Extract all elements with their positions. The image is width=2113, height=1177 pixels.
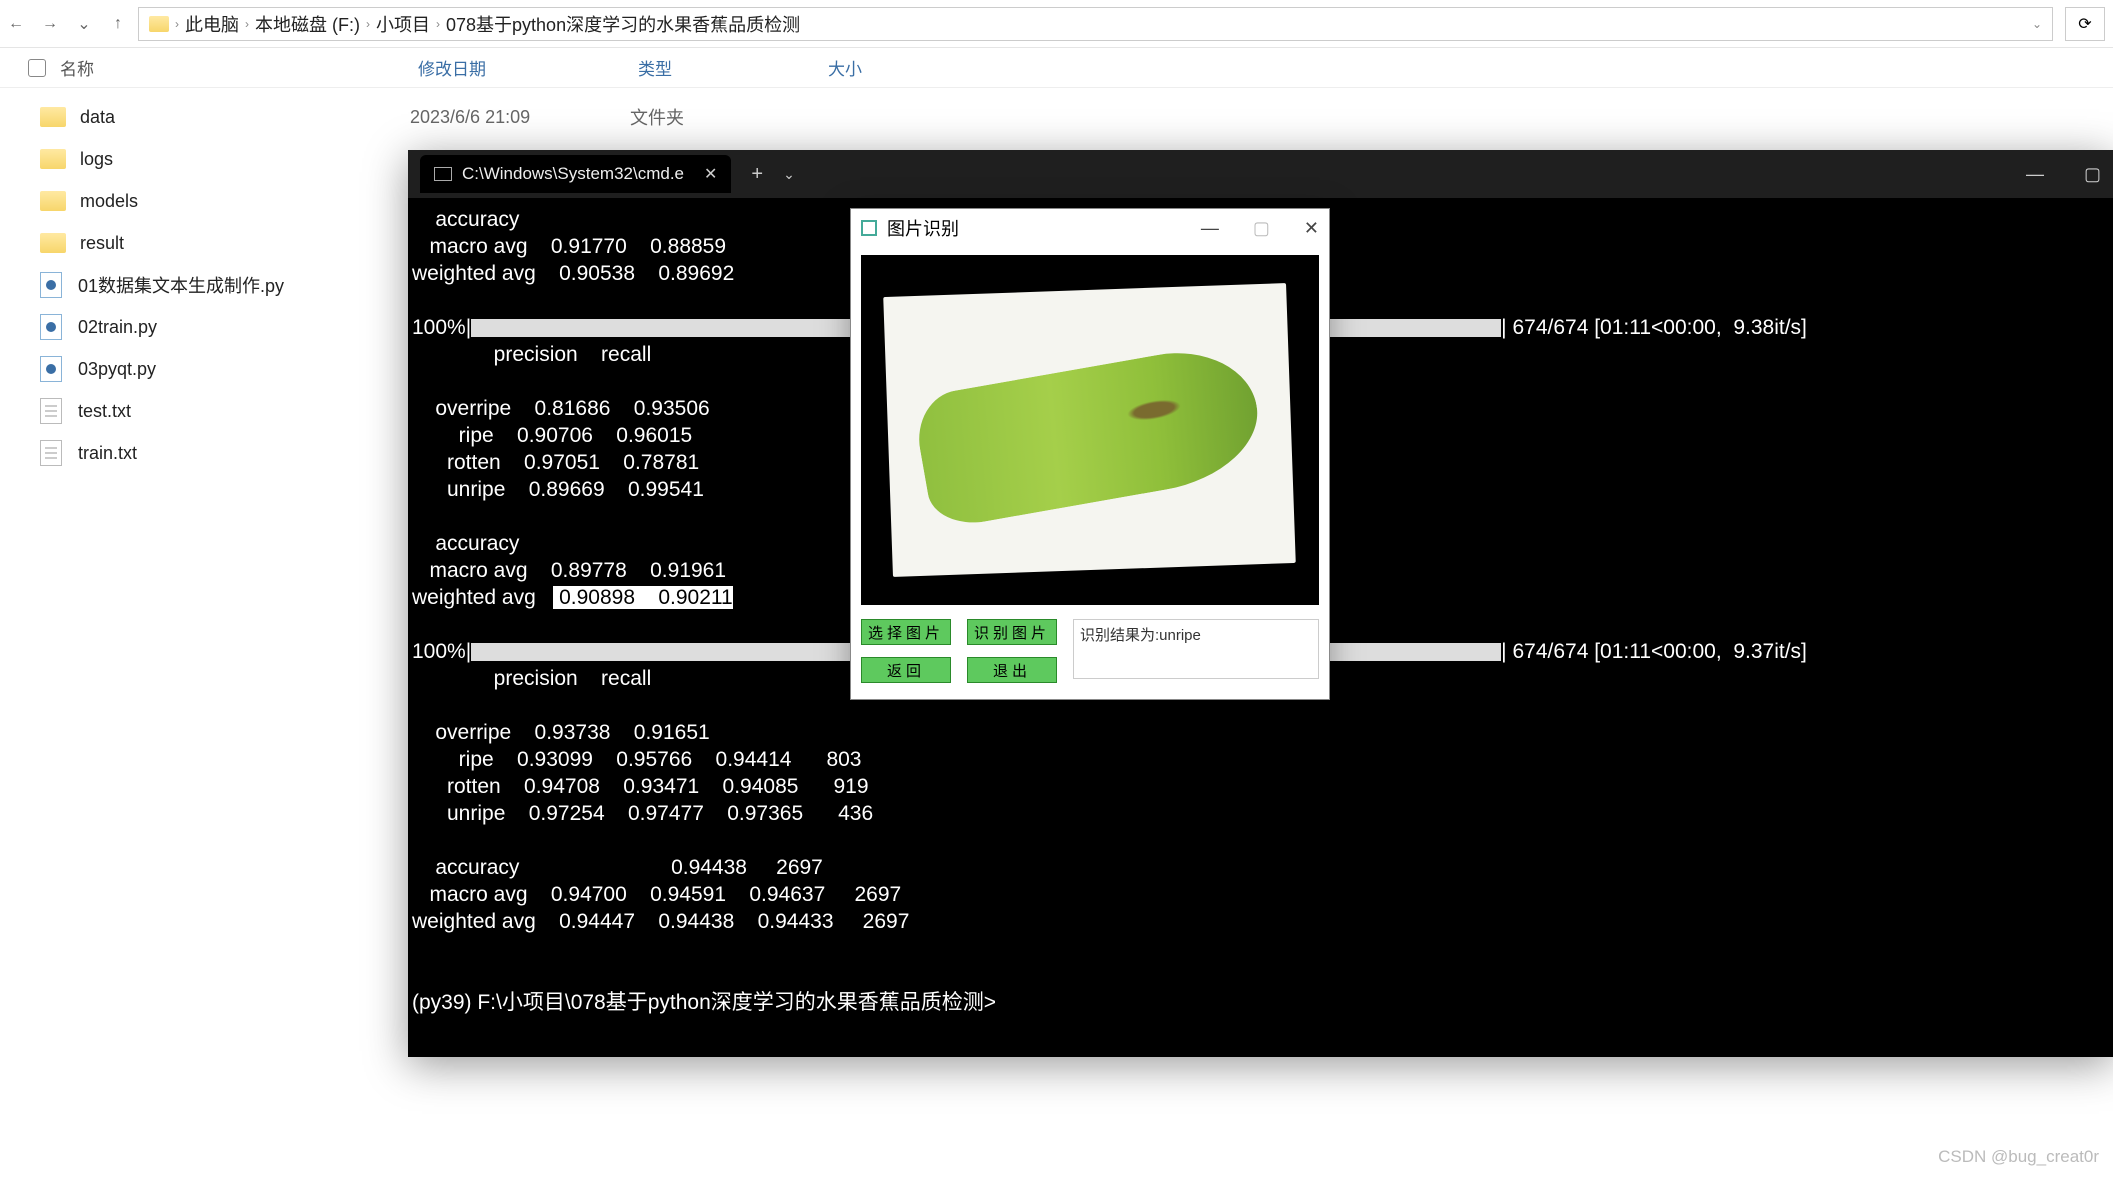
folder-icon — [40, 191, 66, 211]
dialog-title: 图片识别 — [887, 215, 959, 241]
chevron-right-icon: › — [366, 17, 370, 31]
file-name: result — [80, 233, 410, 254]
file-date: 2023/6/6 21:09 — [410, 107, 630, 128]
refresh-button[interactable]: ⟳ — [2065, 7, 2105, 41]
terminal-tab[interactable]: C:\Windows\System32\cmd.e ✕ — [420, 155, 731, 193]
column-size[interactable]: 大小 — [828, 55, 958, 80]
py-icon — [40, 356, 62, 382]
breadcrumb-segment[interactable]: 小项目 — [376, 11, 430, 37]
nav-up-icon[interactable]: ↑ — [110, 16, 126, 32]
file-name: logs — [80, 149, 410, 170]
chevron-right-icon: › — [436, 17, 440, 31]
column-type[interactable]: 类型 — [638, 55, 828, 80]
new-tab-button[interactable]: + — [751, 163, 763, 186]
breadcrumb-segment[interactable]: 本地磁盘 (F:) — [255, 11, 360, 37]
breadcrumb-segment[interactable]: 078基于python深度学习的水果香蕉品质检测 — [446, 11, 800, 37]
maximize-icon[interactable]: ▢ — [2084, 164, 2101, 185]
chevron-down-icon[interactable]: ⌄ — [2032, 17, 2042, 31]
breadcrumb[interactable]: › 此电脑 › 本地磁盘 (F:) › 小项目 › 078基于python深度学… — [138, 7, 2053, 41]
nav-recent-icon[interactable]: ⌄ — [76, 16, 92, 32]
file-name: train.txt — [78, 443, 408, 464]
folder-icon — [40, 107, 66, 127]
file-name: 01数据集文本生成制作.py — [78, 272, 408, 298]
file-type: 文件夹 — [630, 104, 820, 130]
minimize-icon[interactable]: — — [1201, 218, 1219, 239]
folder-icon — [40, 233, 66, 253]
file-name: test.txt — [78, 401, 408, 422]
image-recognition-dialog: 图片识别 — ▢ ✕ 选择图片 返回 识别图片 退出 识别结果为:unripe — [850, 208, 1330, 700]
folder-icon — [40, 149, 66, 169]
exit-button[interactable]: 退出 — [967, 657, 1057, 683]
minimize-icon[interactable]: — — [2026, 164, 2044, 185]
nav-forward-icon[interactable]: → — [42, 16, 58, 32]
breadcrumb-segment[interactable]: 此电脑 — [185, 11, 239, 37]
txt-icon — [40, 398, 62, 424]
py-icon — [40, 272, 62, 298]
select-all-checkbox[interactable] — [28, 59, 46, 77]
py-icon — [40, 314, 62, 340]
column-headers: 名称 修改日期 类型 大小 — [0, 48, 2113, 88]
nav-back-icon[interactable]: ← — [8, 16, 24, 32]
explorer-address-bar: ← → ⌄ ↑ › 此电脑 › 本地磁盘 (F:) › 小项目 › 078基于p… — [0, 0, 2113, 48]
dialog-titlebar: 图片识别 — ▢ ✕ — [851, 209, 1329, 247]
terminal-titlebar: C:\Windows\System32\cmd.e ✕ + ⌄ — ▢ — [408, 150, 2113, 198]
close-icon[interactable]: ✕ — [1304, 218, 1319, 239]
watermark: CSDN @bug_creat0r — [1938, 1147, 2099, 1167]
tab-menu-icon[interactable]: ⌄ — [783, 166, 795, 183]
file-name: 03pyqt.py — [78, 359, 408, 380]
recognize-button[interactable]: 识别图片 — [967, 619, 1057, 645]
chevron-right-icon: › — [245, 17, 249, 31]
file-name: data — [80, 107, 410, 128]
file-row[interactable]: data2023/6/6 21:09文件夹 — [40, 96, 2113, 138]
folder-icon — [149, 16, 169, 32]
image-preview — [861, 255, 1319, 605]
file-name: 02train.py — [78, 317, 408, 338]
txt-icon — [40, 440, 62, 466]
app-icon — [861, 220, 877, 236]
refresh-icon: ⟳ — [2078, 14, 2091, 34]
select-image-button[interactable]: 选择图片 — [861, 619, 951, 645]
chevron-right-icon: › — [175, 17, 179, 31]
close-tab-icon[interactable]: ✕ — [704, 164, 717, 184]
result-output: 识别结果为:unripe — [1073, 619, 1319, 679]
terminal-tab-title: C:\Windows\System32\cmd.e — [462, 164, 684, 184]
column-name[interactable]: 名称 — [60, 55, 94, 80]
maximize-icon[interactable]: ▢ — [1253, 218, 1270, 239]
column-date[interactable]: 修改日期 — [418, 55, 638, 80]
file-name: models — [80, 191, 410, 212]
back-button[interactable]: 返回 — [861, 657, 951, 683]
cmd-icon — [434, 167, 452, 181]
